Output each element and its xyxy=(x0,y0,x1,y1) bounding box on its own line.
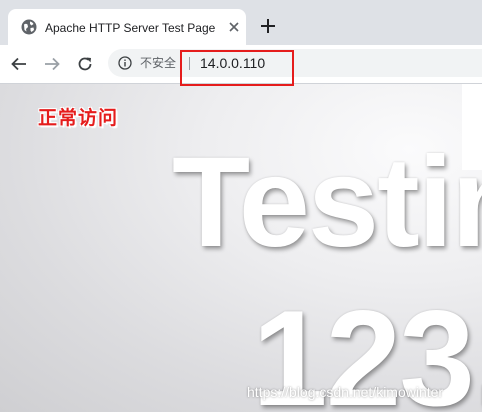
tab-title: Apache HTTP Server Test Page xyxy=(45,21,216,35)
watermark-text: https://blog.csdn.net/kimowinter xyxy=(247,384,444,400)
heading-line-1: Testin xyxy=(172,131,482,274)
annotation-label: 正常访问 xyxy=(38,107,119,129)
arrow-right-icon[interactable] xyxy=(43,55,61,73)
reload-icon[interactable] xyxy=(76,55,94,73)
url-highlight-box xyxy=(180,50,294,86)
plus-icon[interactable] xyxy=(259,17,277,35)
security-label[interactable]: 不安全 xyxy=(140,56,176,70)
globe-icon xyxy=(21,19,37,35)
browser-tab[interactable]: Apache HTTP Server Test Page xyxy=(8,9,246,45)
address-bar[interactable]: 不安全 14.0.0.110 xyxy=(108,49,482,77)
close-icon[interactable] xyxy=(227,20,241,34)
page-content: 正常访问 Testin 123. https://blog.csdn.net/k… xyxy=(0,84,482,412)
arrow-left-icon[interactable] xyxy=(10,55,28,73)
tab-strip: Apache HTTP Server Test Page xyxy=(0,0,482,45)
info-icon[interactable] xyxy=(118,56,132,70)
